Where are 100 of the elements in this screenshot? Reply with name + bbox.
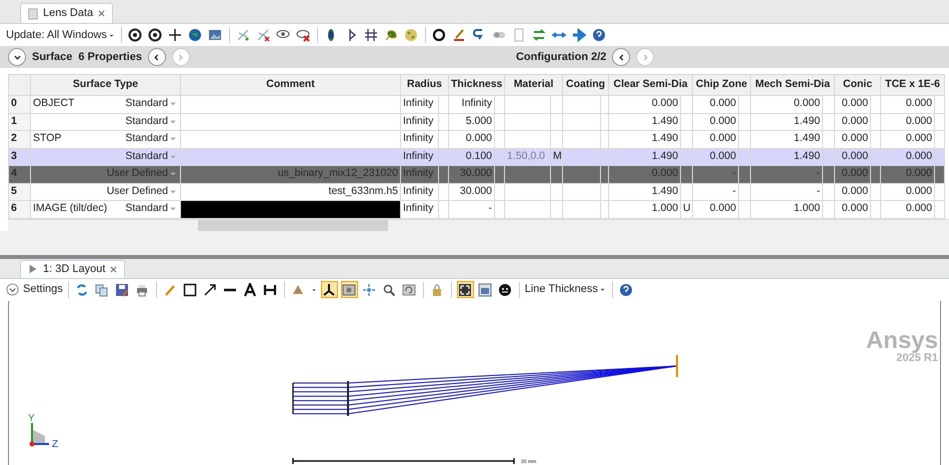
surface-label: STOP xyxy=(33,131,62,146)
page-icon xyxy=(27,8,39,20)
surface-type: User Defined xyxy=(106,166,168,182)
table-cell: - xyxy=(750,166,823,183)
table-cell xyxy=(562,183,601,200)
table-cell: 30.000 xyxy=(448,166,495,183)
rectangle-icon[interactable] xyxy=(182,281,199,298)
close-icon[interactable] xyxy=(109,264,118,274)
comment-cell[interactable] xyxy=(180,113,400,130)
column-header: Conic xyxy=(834,74,881,96)
axes-icon[interactable] xyxy=(320,281,338,298)
screen-icon[interactable] xyxy=(340,281,358,298)
help-icon[interactable] xyxy=(618,281,635,298)
surface-type: Standard xyxy=(125,131,168,146)
surface-type-cell[interactable]: Standard xyxy=(30,148,180,166)
solve-cell xyxy=(550,130,563,148)
solve-cell xyxy=(600,130,609,148)
close-icon[interactable] xyxy=(97,9,106,18)
solve-cell xyxy=(870,183,881,200)
table-row[interactable]: 0 OBJECT Standard Infinity Infinity 0.000 0.000 0.000 0.000 0.000 xyxy=(8,96,945,113)
grid-icon[interactable] xyxy=(362,26,380,44)
table-cell: Infinity xyxy=(400,96,438,113)
surface-label: IMAGE (tilt/dec) xyxy=(33,201,108,216)
table-cell: Infinity xyxy=(400,183,438,200)
right-arrow-icon[interactable] xyxy=(570,26,588,44)
solve-cell xyxy=(600,113,609,130)
help-icon[interactable] xyxy=(590,26,608,44)
solve-cell xyxy=(494,113,505,130)
table-cell: 0.000 xyxy=(880,113,935,130)
solve-cell xyxy=(822,183,835,200)
solve-cell xyxy=(870,96,881,113)
table-cell: 1.490 xyxy=(608,148,681,166)
comment-cell[interactable] xyxy=(180,96,400,113)
table-cell: 0.000 xyxy=(834,166,871,183)
table-cell xyxy=(504,183,551,200)
comment-cell[interactable] xyxy=(180,148,400,166)
surface-type-cell[interactable]: User Defined xyxy=(30,183,180,200)
surface-type: Standard xyxy=(125,114,168,129)
surface-label: OBJECT xyxy=(33,96,74,112)
previous-button[interactable] xyxy=(148,48,166,66)
solve-cell xyxy=(438,96,449,113)
scrollbar-thumb[interactable] xyxy=(198,220,388,230)
move-icon[interactable] xyxy=(360,281,378,298)
solve-cell xyxy=(934,96,945,113)
surface-type-cell[interactable]: OBJECT Standard xyxy=(30,96,180,113)
save-icon[interactable] xyxy=(114,281,131,298)
table-row[interactable]: 3 Standard Infinity 0.100 1.50,0.0 M 1.490 0.000 1.490 0.000 0.000 xyxy=(8,148,945,166)
table-cell: 0.000 xyxy=(880,166,935,183)
column-header: Thickness xyxy=(448,74,505,96)
surface-type: Standard xyxy=(125,148,168,164)
row-number: 2 xyxy=(8,130,30,148)
table-row[interactable]: 5 User Defined test_633nm.h5 Infinity 30.000 1.490 - - 0.000 0.000 xyxy=(8,183,945,200)
row-number: 1 xyxy=(8,113,30,130)
row-number: 3 xyxy=(8,148,30,166)
solve-cell xyxy=(934,130,945,148)
table-cell: 0.000 xyxy=(692,113,739,130)
table-cell xyxy=(504,113,551,130)
window-icon[interactable] xyxy=(476,281,494,298)
table-cell: - xyxy=(692,183,739,200)
line-thickness-dropdown[interactable]: Line Thickness xyxy=(524,281,607,298)
dotted-disc-icon[interactable] xyxy=(402,26,420,44)
table-cell: 1.490 xyxy=(750,130,823,148)
surface-type: User Defined xyxy=(106,184,168,199)
circle-icon[interactable] xyxy=(430,26,448,44)
ring-icon[interactable] xyxy=(126,26,144,44)
editor-tab[interactable]: Lens Data xyxy=(20,3,114,23)
table-cell: 0.100 xyxy=(448,148,495,166)
surface-type: Standard xyxy=(125,201,168,216)
crosshair-icon[interactable] xyxy=(166,26,184,44)
update-dropdown[interactable]: Update: All Windows xyxy=(6,26,116,44)
smiley-icon[interactable] xyxy=(496,281,514,298)
table-cell xyxy=(504,96,551,113)
text-tool-icon[interactable] xyxy=(242,281,259,298)
configuration-label: Configuration 2/2 xyxy=(516,50,606,65)
table-cell: 0.000 xyxy=(692,130,739,148)
table-cell: 1.490 xyxy=(608,113,681,130)
solve-cell xyxy=(738,113,751,130)
layout-tab[interactable]: 1: 3D Layout xyxy=(20,260,126,278)
table-cell: 1.000 xyxy=(608,200,681,218)
table-row[interactable]: 1 Standard Infinity 5.000 1.490 0.000 1.490 0.000 0.000 xyxy=(8,113,945,130)
column-header: Comment xyxy=(180,74,400,96)
globe-icon[interactable] xyxy=(186,26,204,44)
collapse-button[interactable] xyxy=(8,48,26,66)
table-row[interactable]: 6 IMAGE (tilt/dec) Standard Infinity - 1.000 U 0.000 1.000 0.000 0.000 xyxy=(8,200,945,218)
surface-type-cell[interactable]: IMAGE (tilt/dec) Standard xyxy=(30,200,180,218)
row-number: 5 xyxy=(8,183,30,200)
settings-button[interactable]: Settings xyxy=(6,281,63,298)
swap-arrows-icon[interactable] xyxy=(530,26,548,44)
table-row[interactable]: 2 STOP Standard Infinity 0.000 1.490 0.000 1.490 0.000 0.000 xyxy=(8,130,945,148)
ring-icon[interactable] xyxy=(146,26,164,44)
table-cell: 1.490 xyxy=(750,148,823,166)
table-cell: 1.490 xyxy=(750,113,823,130)
previous-button[interactable] xyxy=(612,48,630,66)
surface-type-cell[interactable]: STOP Standard xyxy=(30,130,180,148)
comment-cell[interactable] xyxy=(180,130,400,148)
table-cell: 0.000 xyxy=(834,96,871,113)
frame-icon[interactable] xyxy=(456,281,474,298)
table-cell: - xyxy=(692,166,739,183)
surface-type-cell[interactable]: Standard xyxy=(30,113,180,130)
solve-cell xyxy=(870,130,881,148)
